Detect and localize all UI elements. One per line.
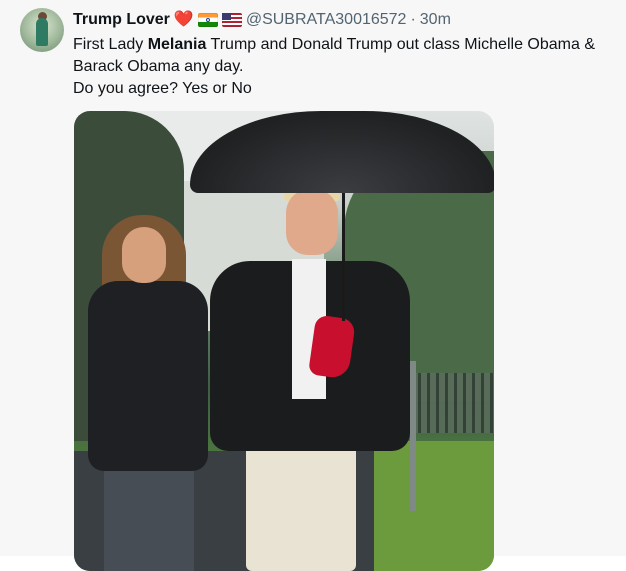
photo-person-left-legs <box>104 456 194 571</box>
timestamp[interactable]: 30m <box>420 11 451 29</box>
separator: · <box>410 11 416 28</box>
photo-person-right-legs <box>246 431 356 571</box>
tweet-text-line-3: Do you agree? Yes or No <box>73 80 252 97</box>
author-name[interactable]: Trump Lover <box>73 11 170 29</box>
tweet-text-line-2: Barack Obama any day. <box>73 58 244 75</box>
tweet-text-bold: Melania <box>147 36 207 53</box>
us-flag-icon <box>221 13 242 27</box>
photo-person-left-body <box>88 281 208 471</box>
tweet-text-segment: Trump and Donald Trump out class Michell… <box>206 36 595 53</box>
photo-post <box>410 361 416 511</box>
tweet-text-segment: First Lady <box>73 36 148 53</box>
author-handle[interactable]: @SUBRATA30016572 <box>246 11 407 29</box>
avatar[interactable] <box>20 8 64 52</box>
tweet-photo[interactable] <box>74 111 494 571</box>
india-flag-icon <box>197 13 218 27</box>
heart-icon: ❤️ <box>173 11 194 28</box>
tweet-text-line-1: First Lady Melania Trump and Donald Trum… <box>73 34 623 56</box>
tweet-text: First Lady Melania Trump and Donald Trum… <box>73 34 623 100</box>
photo-person-right-face <box>286 189 338 255</box>
photo-person-left-face <box>122 227 166 283</box>
photo-umbrella-shaft <box>342 171 345 321</box>
avatar-figure <box>36 18 48 46</box>
tweet-card: Trump Lover ❤️ @SUBRATA30016572 · 30m Fi… <box>0 0 626 571</box>
tweet-header: Trump Lover ❤️ @SUBRATA30016572 · 30m <box>73 9 451 31</box>
